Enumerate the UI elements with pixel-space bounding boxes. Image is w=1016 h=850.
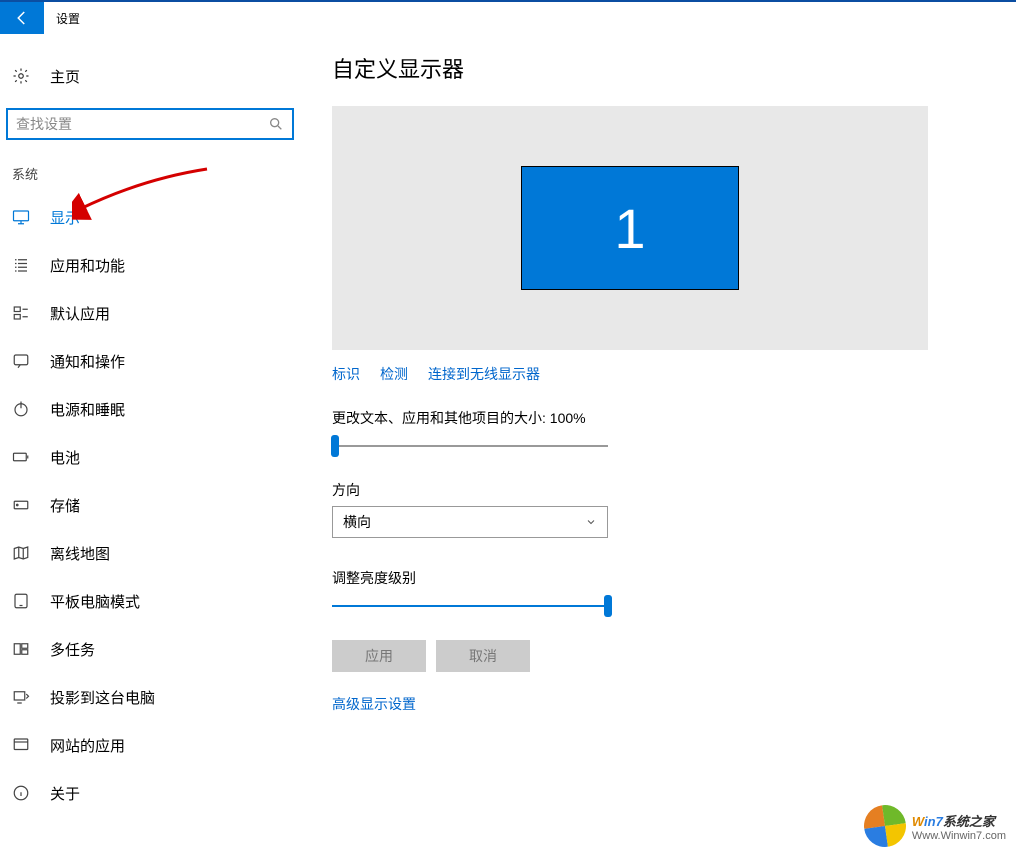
multitask-icon [12,640,36,658]
sidebar-item-about[interactable]: 关于 [0,769,300,817]
brightness-label: 调整亮度级别 [332,568,952,588]
scale-label: 更改文本、应用和其他项目的大小: 100% [332,408,952,428]
sidebar-item-label: 网站的应用 [50,735,125,756]
sidebar-item-apps[interactable]: 应用和功能 [0,241,300,289]
window-title: 设置 [44,10,80,27]
defaults-icon [12,304,36,322]
slider-thumb[interactable] [604,595,612,617]
identify-link[interactable]: 标识 [332,364,360,384]
watermark-logo-icon [861,802,908,849]
sidebar-item-battery[interactable]: 电池 [0,433,300,481]
page-title: 自定义显示器 [332,52,952,84]
chat-icon [12,352,36,370]
sidebar-item-label: 关于 [50,783,80,804]
sidebar-item-label: 电源和睡眠 [50,399,125,420]
brightness-slider[interactable] [332,594,608,618]
sidebar-item-label: 平板电脑模式 [50,591,140,612]
sidebar-item-label: 投影到这台电脑 [50,687,155,708]
back-arrow-icon [13,9,31,27]
wireless-link[interactable]: 连接到无线显示器 [428,364,540,384]
sidebar-item-label: 显示 [50,207,80,228]
gear-icon [12,67,36,85]
monitor-icon [12,208,36,226]
slider-track [332,445,608,447]
web-icon [12,736,36,754]
slider-thumb[interactable] [331,435,339,457]
orientation-value: 横向 [343,512,371,532]
power-icon [12,400,36,418]
sidebar-item-notifications[interactable]: 通知和操作 [0,337,300,385]
map-icon [12,544,36,562]
sidebar-item-label: 默认应用 [50,303,110,324]
info-icon [12,784,36,802]
tablet-icon [12,592,36,610]
monitor-number: 1 [614,196,645,261]
sidebar-item-label: 应用和功能 [50,255,125,276]
sidebar-item-default-apps[interactable]: 默认应用 [0,289,300,337]
sidebar-item-storage[interactable]: 存储 [0,481,300,529]
sidebar-section-label: 系统 [0,158,300,193]
main-content: 自定义显示器 1 标识 检测 连接到无线显示器 更改文本、应用和其他项目的大小:… [332,52,952,714]
scale-slider[interactable] [332,434,608,458]
sidebar-item-multitask[interactable]: 多任务 [0,625,300,673]
sidebar-item-maps[interactable]: 离线地图 [0,529,300,577]
sidebar-item-label: 离线地图 [50,543,110,564]
sidebar-item-label: 通知和操作 [50,351,125,372]
advanced-display-link[interactable]: 高级显示设置 [332,694,952,714]
watermark: Win7系统之家 Www.Winwin7.com [864,805,1006,847]
project-icon [12,688,36,706]
action-buttons: 应用 取消 [332,640,952,672]
sidebar-item-label: 电池 [50,447,80,468]
sidebar-item-power[interactable]: 电源和睡眠 [0,385,300,433]
sidebar-item-project[interactable]: 投影到这台电脑 [0,673,300,721]
sidebar-home-label: 主页 [50,66,80,87]
back-button[interactable] [0,2,44,34]
display-preview-area[interactable]: 1 [332,106,928,350]
search-icon [268,116,284,132]
sidebar-item-webapps[interactable]: 网站的应用 [0,721,300,769]
title-bar: 设置 [0,2,1016,34]
list-icon [12,256,36,274]
cancel-button[interactable]: 取消 [436,640,530,672]
sidebar-item-display[interactable]: 显示 [0,193,300,241]
apply-button[interactable]: 应用 [332,640,426,672]
slider-fill [332,605,608,607]
battery-icon [12,448,36,466]
search-input[interactable] [16,116,268,132]
sidebar: 主页 系统 显示 应用和功能 默认应用 通知和操作 [0,34,300,817]
sidebar-item-label: 存储 [50,495,80,516]
detect-link[interactable]: 检测 [380,364,408,384]
sidebar-home[interactable]: 主页 [0,54,300,98]
monitor-tile-1[interactable]: 1 [521,166,739,290]
storage-icon [12,496,36,514]
chevron-down-icon [585,516,597,528]
display-links: 标识 检测 连接到无线显示器 [332,364,952,384]
watermark-text: Win7系统之家 Www.Winwin7.com [912,811,1006,842]
sidebar-item-label: 多任务 [50,639,95,660]
sidebar-item-tablet[interactable]: 平板电脑模式 [0,577,300,625]
search-input-container[interactable] [6,108,294,140]
orientation-dropdown[interactable]: 横向 [332,506,608,538]
orientation-label: 方向 [332,480,952,500]
